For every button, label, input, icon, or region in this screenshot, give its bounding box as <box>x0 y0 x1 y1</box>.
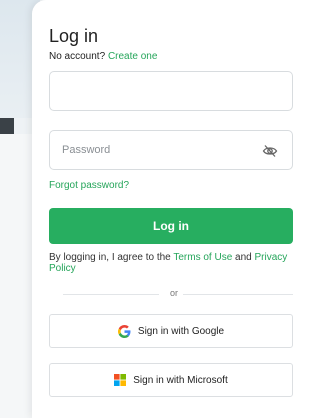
no-account-text: No account? <box>49 51 106 62</box>
create-account-link[interactable]: Create one <box>108 51 157 62</box>
google-signin-label: Sign in with Google <box>137 325 225 337</box>
username-field[interactable] <box>49 71 293 111</box>
microsoft-icon <box>114 374 127 386</box>
login-modal: Log in No account? Create one Forgot pas… <box>32 0 322 418</box>
terms-prefix: By logging in, I agree to the <box>49 252 171 263</box>
google-signin-button[interactable]: Sign in with Google <box>49 314 293 348</box>
terms-of-use-link[interactable]: Terms of Use <box>173 252 232 263</box>
password-field[interactable] <box>49 130 293 170</box>
microsoft-signin-label: Sign in with Microsoft <box>133 374 228 386</box>
terms-notice: By logging in, I agree to the Terms of U… <box>49 252 299 274</box>
username-input[interactable] <box>50 72 252 110</box>
password-input[interactable] <box>50 131 252 169</box>
microsoft-signin-button[interactable]: Sign in with Microsoft <box>49 363 293 397</box>
login-button[interactable]: Log in <box>49 208 293 244</box>
or-divider: or <box>49 288 293 300</box>
eye-off-icon[interactable] <box>262 143 278 159</box>
signup-prompt: No account? Create one <box>49 51 157 62</box>
background-bar <box>0 118 14 134</box>
divider-text: or <box>170 288 179 298</box>
page-title: Log in <box>49 26 99 46</box>
google-icon <box>117 324 131 338</box>
forgot-password-link[interactable]: Forgot password? <box>49 180 129 191</box>
terms-and: and <box>235 252 252 263</box>
